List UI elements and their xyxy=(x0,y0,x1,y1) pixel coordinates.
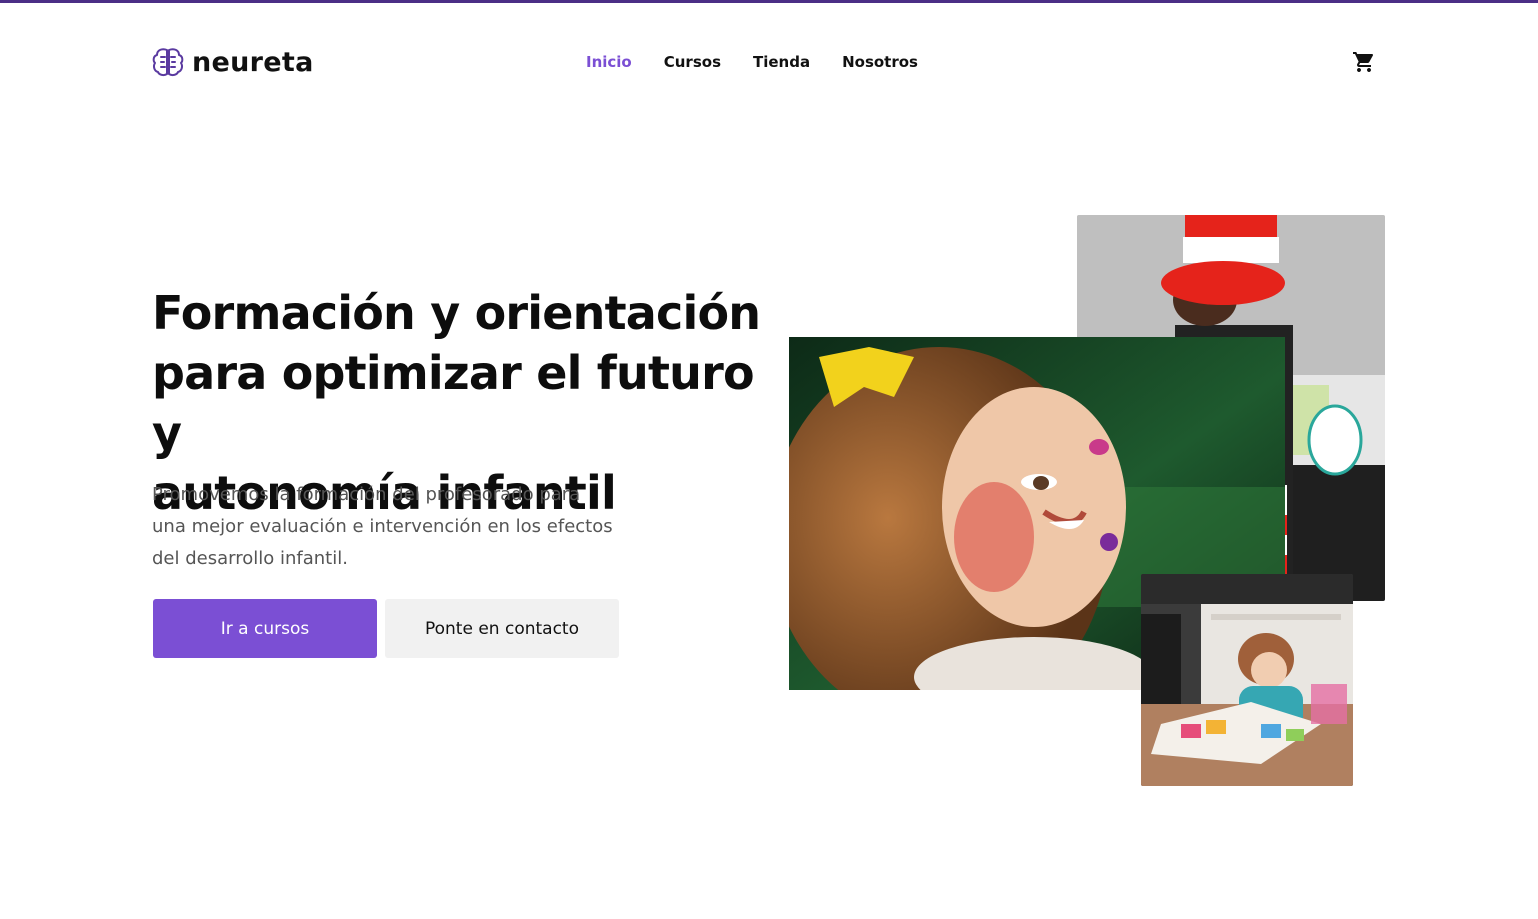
top-accent-bar xyxy=(0,0,1538,3)
hero-subtitle: Promovemos la formación del profesorado … xyxy=(152,479,632,575)
shopping-cart-icon[interactable] xyxy=(1352,50,1376,74)
hero-title-line: para optimizar el futuro y xyxy=(152,346,755,460)
brain-icon xyxy=(152,48,184,77)
hero-title-line: Formación y orientación xyxy=(152,286,761,340)
go-to-courses-button[interactable]: Ir a cursos xyxy=(153,599,377,658)
photo-toddler-reading-book xyxy=(1141,574,1353,786)
nav-item-cursos[interactable]: Cursos xyxy=(664,52,721,72)
nav-item-nosotros[interactable]: Nosotros xyxy=(842,52,918,72)
nav-item-inicio[interactable]: Inicio xyxy=(586,52,632,72)
hero-subtitle-line: una mejor evaluación e intervención en l… xyxy=(152,516,613,537)
brand-name: neureta xyxy=(192,46,314,78)
hero-subtitle-line: del desarrollo infantil. xyxy=(152,548,348,569)
contact-button[interactable]: Ponte en contacto xyxy=(385,599,619,658)
brand-logo[interactable]: neureta xyxy=(152,45,314,79)
main-nav: Inicio Cursos Tienda Nosotros xyxy=(586,52,918,72)
hero-subtitle-line: Promovemos la formación del profesorado … xyxy=(152,484,581,505)
nav-item-tienda[interactable]: Tienda xyxy=(753,52,810,72)
